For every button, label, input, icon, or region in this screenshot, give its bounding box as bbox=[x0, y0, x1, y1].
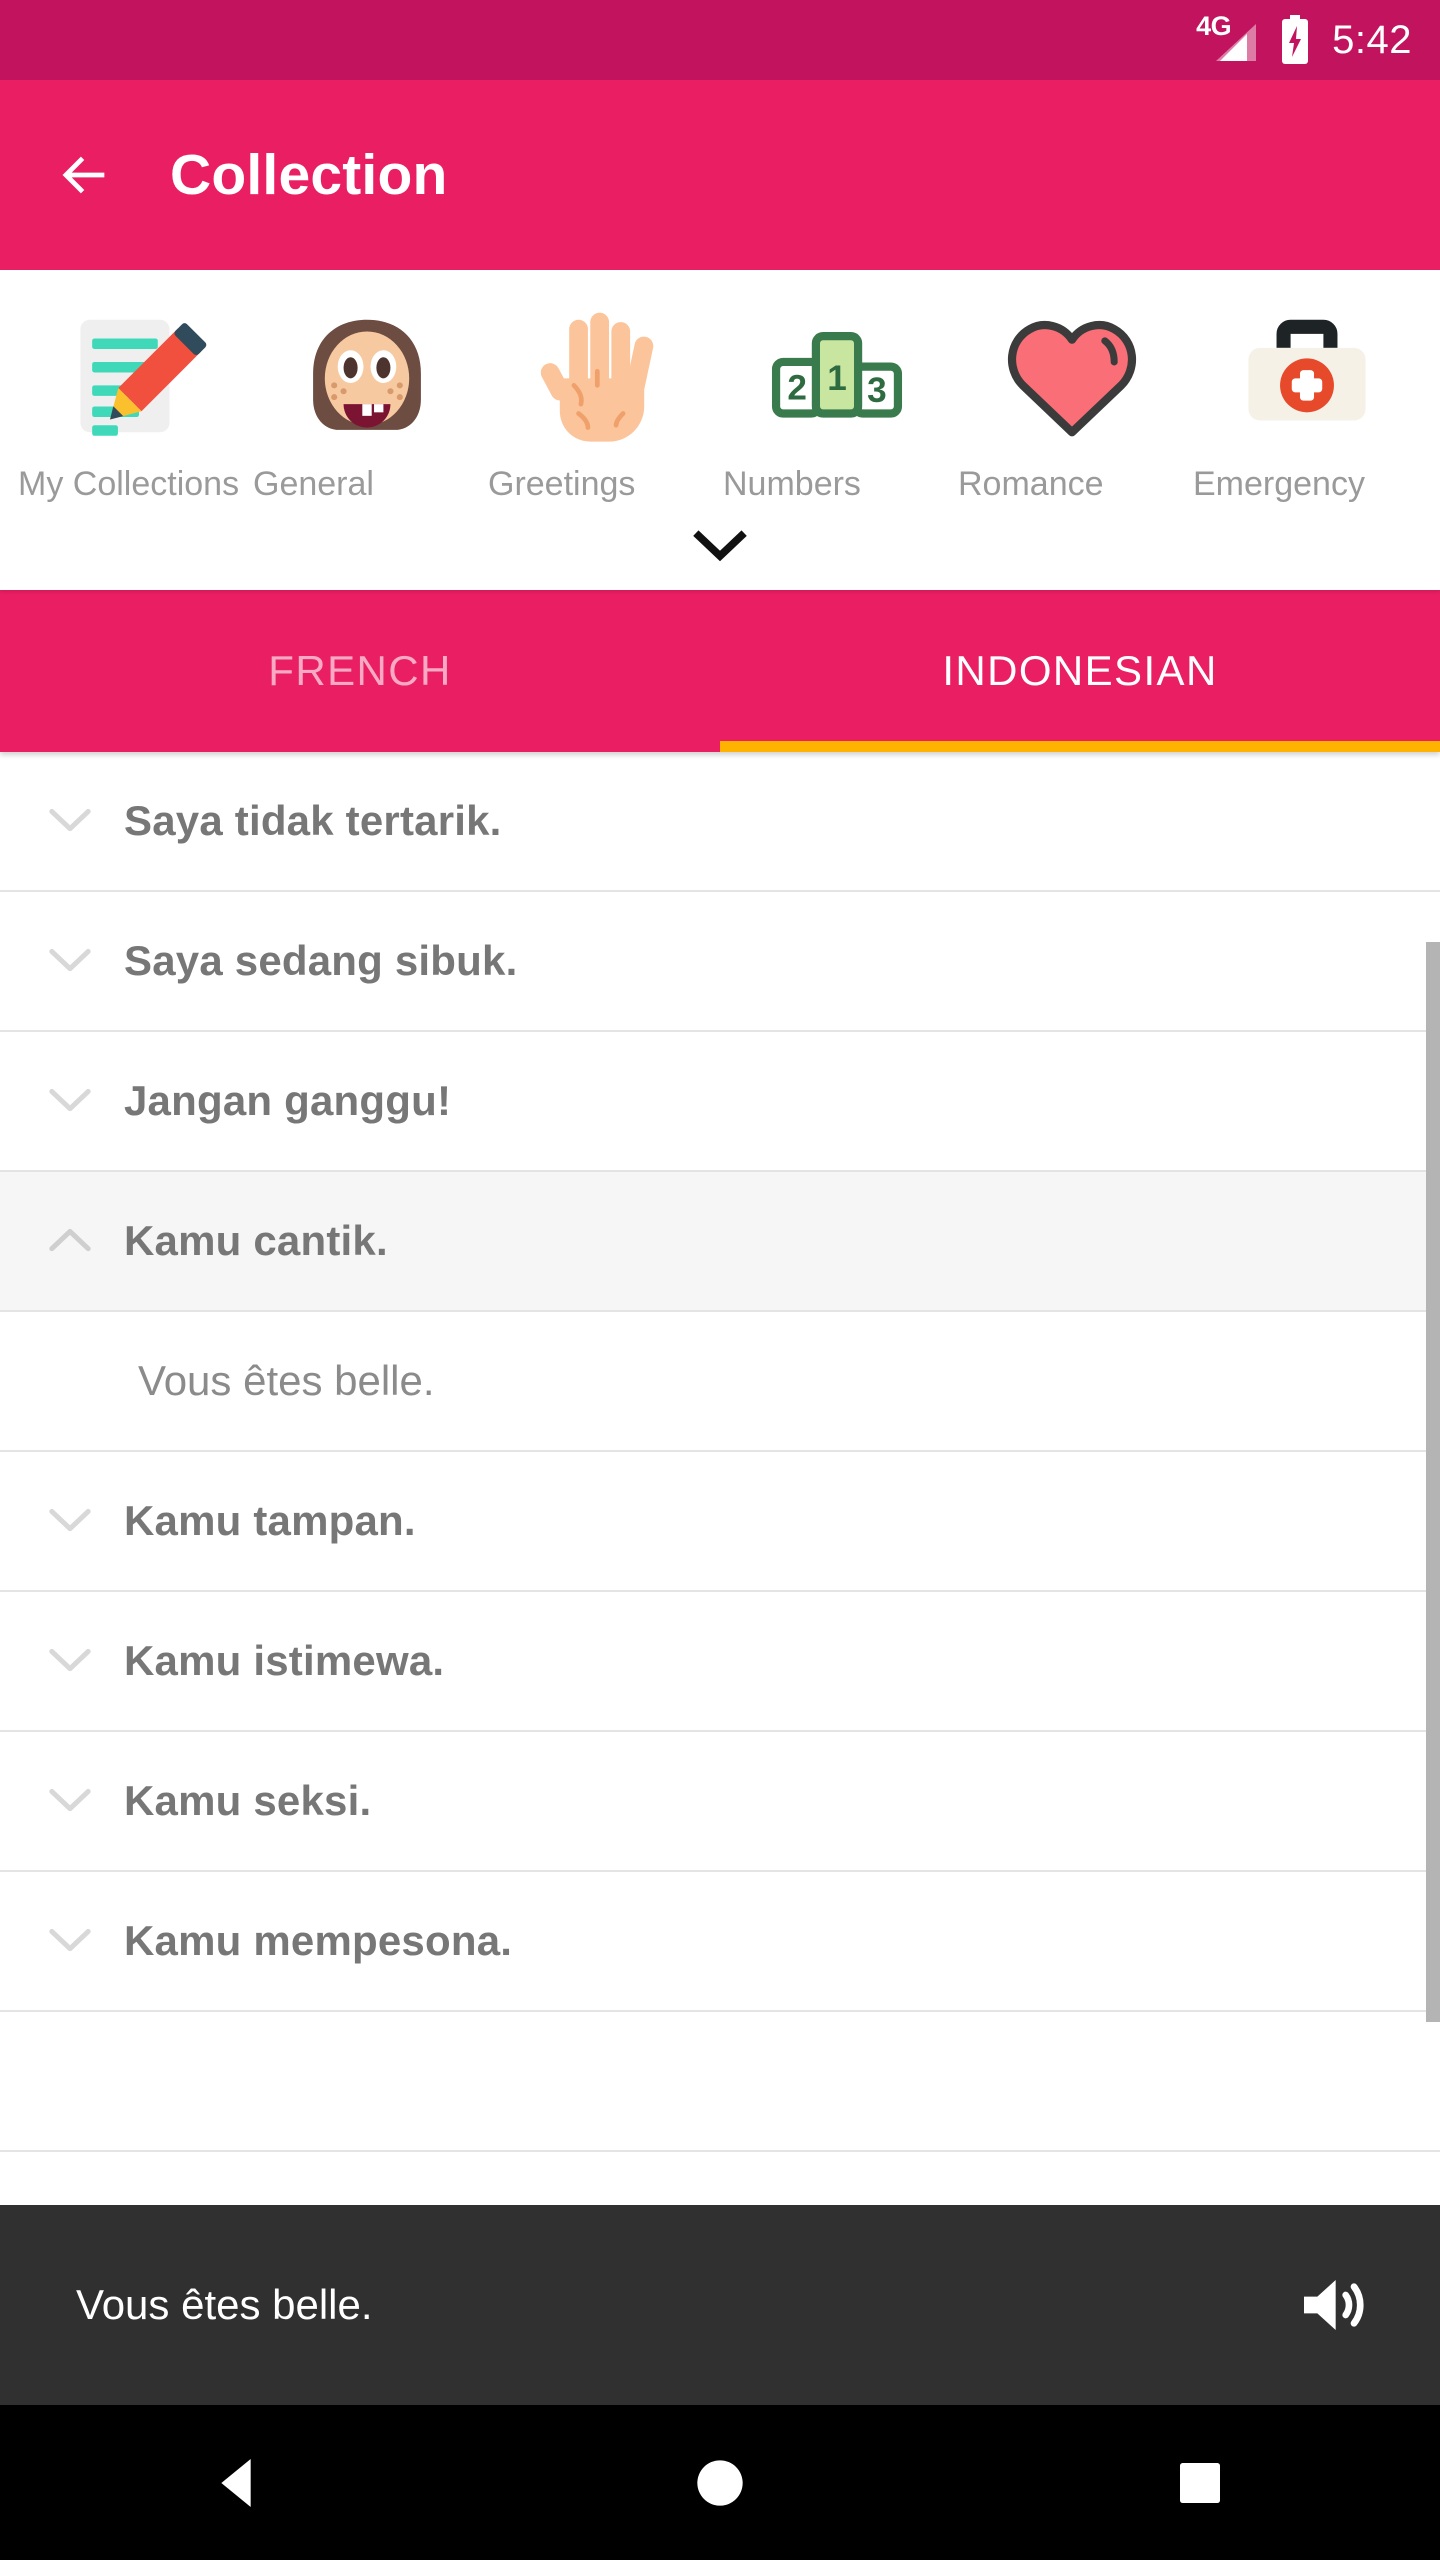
speaker-volume-icon[interactable] bbox=[1286, 2257, 1382, 2353]
phrase-label: Saya sedang sibuk. bbox=[124, 937, 518, 985]
child-face-icon bbox=[287, 296, 447, 456]
page-title: Collection bbox=[170, 143, 448, 207]
translation-label: Vous êtes belle. bbox=[138, 1357, 435, 1405]
list-item[interactable]: Saya sedang sibuk. bbox=[0, 892, 1440, 1033]
back-triangle-icon bbox=[221, 2458, 251, 2507]
android-navigation-bar bbox=[0, 2405, 1440, 2560]
category-row: My Collections General Greetings 2 1 3 N… bbox=[0, 296, 1440, 504]
svg-text:3: 3 bbox=[867, 371, 887, 410]
chevron-up-icon bbox=[42, 1213, 98, 1269]
category-item-romance[interactable]: Romance bbox=[954, 296, 1189, 504]
signal-strength-icon: 4G bbox=[1196, 13, 1258, 65]
list-item[interactable]: Kamu mempesona. bbox=[0, 1872, 1440, 2013]
chevron-down-icon bbox=[693, 530, 747, 562]
tab-label: INDONESIAN bbox=[942, 647, 1218, 695]
phrase-label: Kamu tampan. bbox=[124, 1497, 416, 1545]
language-tabs: FRENCH INDONESIAN bbox=[0, 590, 1440, 753]
chevron-down-icon bbox=[42, 793, 98, 849]
tab-indonesian[interactable]: INDONESIAN bbox=[720, 590, 1440, 753]
chevron-down-icon bbox=[42, 933, 98, 989]
phrase-label: Saya tidak tertarik. bbox=[124, 797, 502, 845]
list-item[interactable]: Kamu seksi. bbox=[0, 1732, 1440, 1873]
expand-categories-button[interactable] bbox=[0, 504, 1440, 590]
category-label: General bbox=[253, 465, 374, 503]
svg-text:1: 1 bbox=[827, 359, 847, 398]
chevron-down-icon bbox=[42, 1073, 98, 1129]
chevron-down-icon bbox=[42, 1633, 98, 1689]
phrase-label: Jangan ganggu! bbox=[124, 1077, 452, 1125]
back-arrow-icon[interactable] bbox=[56, 146, 114, 204]
category-label: Romance bbox=[958, 465, 1104, 503]
phrase-list: Saya tidak tertarik. Saya sedang sibuk. … bbox=[0, 752, 1440, 2205]
vertical-scrollbar[interactable] bbox=[1426, 942, 1440, 2023]
first-aid-kit-icon bbox=[1227, 296, 1387, 456]
home-circle-icon bbox=[697, 2459, 743, 2506]
category-panel: My Collections General Greetings 2 1 3 N… bbox=[0, 270, 1440, 591]
recents-square-icon bbox=[1180, 2462, 1220, 2503]
list-item-partial[interactable] bbox=[0, 2012, 1440, 2153]
app-bar: Collection bbox=[0, 80, 1440, 270]
phrase-label: Kamu istimewa. bbox=[124, 1637, 445, 1685]
category-label: Numbers bbox=[723, 465, 861, 503]
tab-label: FRENCH bbox=[268, 647, 452, 695]
list-item-expanded[interactable]: Kamu cantik. bbox=[0, 1172, 1440, 1313]
category-item-greetings[interactable]: Greetings bbox=[484, 296, 719, 504]
nav-home-button[interactable] bbox=[480, 2451, 960, 2515]
chevron-down-icon bbox=[42, 1913, 98, 1969]
status-bar: 4G 5:42 bbox=[0, 0, 1440, 80]
list-item[interactable]: Kamu tampan. bbox=[0, 1452, 1440, 1593]
nav-recents-button[interactable] bbox=[960, 2451, 1440, 2515]
category-item-general[interactable]: General bbox=[249, 296, 484, 504]
list-item[interactable]: Kamu istimewa. bbox=[0, 1592, 1440, 1733]
tab-french[interactable]: FRENCH bbox=[0, 590, 720, 752]
nav-back-button[interactable] bbox=[0, 2451, 480, 2515]
translation-row[interactable]: Vous êtes belle. bbox=[0, 1312, 1440, 1453]
audio-player-bar: Vous êtes belle. bbox=[0, 2205, 1440, 2405]
category-label: Greetings bbox=[488, 465, 636, 503]
clock-label: 5:42 bbox=[1332, 18, 1412, 62]
chevron-down-icon bbox=[42, 1773, 98, 1829]
phrase-label: Kamu cantik. bbox=[124, 1217, 388, 1265]
category-label: My Collections bbox=[18, 465, 240, 503]
podium-icon: 2 1 3 bbox=[757, 296, 917, 456]
signal-triangle-icon bbox=[1216, 24, 1257, 61]
raised-hand-icon bbox=[522, 296, 682, 456]
chevron-down-icon bbox=[42, 1493, 98, 1549]
phrase-label: Kamu seksi. bbox=[124, 1777, 372, 1825]
player-phrase-label: Vous êtes belle. bbox=[76, 2281, 373, 2328]
app-screen: 4G 5:42 Collection My Collections Genera… bbox=[0, 0, 1440, 2560]
category-item-my-collections[interactable]: My Collections bbox=[14, 296, 249, 504]
battery-charging-icon bbox=[1282, 15, 1309, 64]
phrase-label: Kamu mempesona. bbox=[124, 1917, 513, 1965]
category-label: Emergency bbox=[1193, 465, 1365, 503]
heart-icon bbox=[992, 296, 1152, 456]
category-item-emergency[interactable]: Emergency bbox=[1189, 296, 1424, 504]
list-item[interactable]: Jangan ganggu! bbox=[0, 1032, 1440, 1173]
memo-pencil-icon bbox=[52, 296, 212, 456]
list-item[interactable]: Saya tidak tertarik. bbox=[0, 752, 1440, 893]
svg-text:2: 2 bbox=[787, 368, 807, 407]
category-item-numbers[interactable]: 2 1 3 Numbers bbox=[719, 296, 954, 504]
